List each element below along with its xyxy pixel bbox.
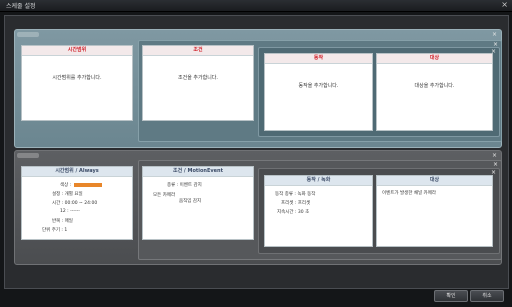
ok-button[interactable]: 확인 [434, 290, 468, 302]
duration-line: 지속시간 : 30 초 [277, 210, 310, 215]
time-range-header: 시간범위 [22, 46, 132, 56]
rule-1-time-range-panel[interactable]: 시간범위 시간범위를 추가합니다. [21, 45, 133, 121]
repeat-line: 반복 : 매일 [52, 219, 73, 224]
rule-close-icon[interactable]: × [492, 31, 497, 38]
cancel-button[interactable]: 취소 [470, 290, 504, 302]
color-label: 색상 : [60, 182, 103, 188]
window-title: 스케줄 설정 [6, 3, 36, 10]
target-line: 이벤트가 발생한 채널 카메라 [382, 191, 436, 196]
rule-2-condition-panel[interactable]: 조건 / MotionEvent 종류 : 이벤트 감지 모든 카메라 움직임 … [142, 166, 254, 240]
condition-placeholder: 조건을 추가합니다. [178, 75, 218, 81]
event-type-line: 종류 : 이벤트 감지 [167, 183, 202, 188]
color-swatch[interactable] [74, 182, 103, 187]
close-icon[interactable]: × [501, 0, 508, 10]
time-range-header: 시간범위 / Always [22, 167, 132, 177]
rule-1-action-panel[interactable]: 동작 동작을 추가합니다. [264, 53, 373, 131]
rule-1-condition-panel[interactable]: 조건 조건을 추가합니다. [142, 45, 254, 121]
condition-header: 조건 / MotionEvent [143, 167, 253, 177]
rule-2-action-panel[interactable]: 동작 / 녹화 동작 종류 : 녹화 동작 프리셋 : 프리셋 지속시간 : 3… [264, 175, 373, 247]
title-bar: 스케줄 설정 × [0, 0, 512, 12]
time-line: 시간 : 00:00 ~ 24:00 [52, 201, 98, 206]
schedule-settings-window: 스케줄 설정 × × × × 시간범위 시간범위를 추가합니다. 조건 조건을 … [0, 0, 512, 307]
target-header: 대상 [377, 176, 492, 186]
action-placeholder: 동작을 추가합니다. [298, 83, 339, 89]
rule-2-target-panel[interactable]: 대상 이벤트가 발생한 채널 카메라 [376, 175, 493, 247]
setting-line: 설정 : 개별 요일 [52, 192, 83, 197]
action-header: 동작 / 녹화 [265, 176, 372, 186]
condition-header: 조건 [143, 46, 253, 56]
condition-close-icon[interactable]: × [493, 161, 498, 168]
drag-handle[interactable] [17, 153, 39, 158]
action-header: 동작 [265, 54, 372, 64]
drag-handle[interactable] [17, 32, 39, 37]
time-line-2: 12 : ------ [60, 209, 80, 214]
motion-line: 움직임 감지 [179, 199, 202, 204]
rule-1-target-panel[interactable]: 대상 대상을 추가합니다. [376, 53, 493, 131]
preset-line: 프리셋 : 프리셋 [281, 201, 311, 206]
rule-close-icon[interactable]: × [492, 152, 497, 159]
rule-2-time-range-panel[interactable]: 시간범위 / Always 색상 : 설정 : 개별 요일 시간 : 00:00… [21, 166, 133, 240]
cycle-line: 단위 주기 : 1 [42, 228, 68, 233]
target-placeholder: 대상을 추가합니다. [414, 83, 455, 89]
time-range-placeholder: 시간범위를 추가합니다. [52, 75, 102, 81]
camera-line: 모든 카메라 [153, 193, 176, 198]
target-header: 대상 [377, 54, 492, 64]
action-type-line: 동작 종류 : 녹화 동작 [275, 192, 316, 197]
